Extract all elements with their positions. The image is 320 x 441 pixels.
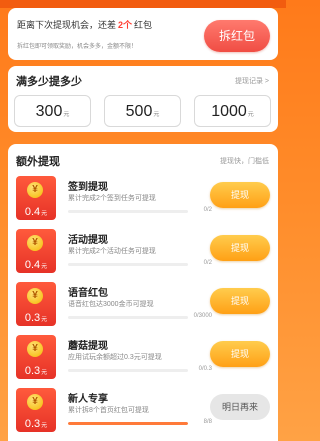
task-progress-count: 0/3000	[193, 313, 212, 319]
extra-withdrawal-card: 额外提现 提现快，门槛低 ¥ 0.4元 签到提现 累计完成2个签到任务可提现 0…	[8, 144, 278, 441]
come-back-tomorrow-button[interactable]: 明日再来	[210, 394, 270, 420]
task-row-checkin: ¥ 0.4元 签到提现 累计完成2个签到任务可提现 0/2 提现	[16, 176, 272, 226]
yuan-coin-icon: ¥	[27, 288, 43, 304]
task-progress-bar	[68, 422, 188, 425]
amount-unit: 元	[247, 112, 254, 118]
reward-unit: 元	[41, 211, 48, 217]
task-description: 语音红包达3000金币可提现	[68, 301, 154, 308]
next-withdrawal-card: 距离下次提现机会，还差 2个 红包 拆红包即可领取奖励，机会多多，金额不限！ 拆红包	[8, 8, 278, 60]
task-title: 语音红包	[68, 288, 108, 299]
task-progress-count: 0/0.3	[198, 366, 212, 372]
next-withdrawal-prefix: 距离下次提现机会，还差	[17, 20, 117, 30]
task-progress-bar	[68, 263, 188, 266]
task-row-newcomer: ¥ 0.3元 新人专享 累计拆8个首页红包可提现 8/8 明日再来	[16, 388, 272, 438]
task-row-activity: ¥ 0.4元 活动提现 累计完成2个活动任务可提现 0/2 提现	[16, 229, 272, 279]
task-title: 蘑菇提现	[68, 341, 108, 352]
reward-amount: 0.3	[24, 365, 41, 377]
amount-value: 300	[35, 103, 63, 120]
extra-withdrawal-title: 额外提现	[16, 156, 60, 168]
reward-coupon: ¥ 0.3元	[16, 335, 56, 379]
threshold-title: 满多少提多少	[16, 76, 82, 88]
withdrawal-records-link[interactable]: 提现记录 >	[235, 76, 269, 86]
threshold-card: 满多少提多少 提现记录 > 300元 500元 1000元	[8, 66, 278, 132]
amount-unit: 元	[153, 112, 160, 118]
reward-coupon: ¥ 0.3元	[16, 282, 56, 326]
task-description: 累计完成2个活动任务可提现	[68, 248, 156, 255]
remaining-count: 2个	[118, 20, 133, 30]
amount-value: 1000	[211, 103, 247, 120]
task-progress-bar	[68, 316, 188, 319]
task-row-voice-packet: ¥ 0.3元 语音红包 语音红包达3000金币可提现 0/3000 提现	[16, 282, 272, 332]
withdraw-button[interactable]: 提现	[210, 288, 270, 314]
next-withdrawal-suffix: 红包	[134, 20, 153, 30]
amount-unit: 元	[63, 112, 70, 118]
task-progress-bar	[68, 369, 188, 372]
task-progress-fill	[68, 422, 188, 425]
next-withdrawal-text: 距离下次提现机会，还差 2个 红包	[17, 18, 152, 31]
reward-amount: 0.3	[24, 312, 41, 324]
reward-unit: 元	[41, 264, 48, 270]
reward-unit: 元	[41, 423, 48, 429]
next-withdrawal-hint: 拆红包即可领取奖励，机会多多，金额不限！	[17, 44, 138, 50]
top-strip	[0, 0, 286, 8]
reward-coupon: ¥ 0.4元	[16, 176, 56, 220]
amount-value: 500	[125, 103, 153, 120]
reward-amount: 0.4	[24, 206, 41, 218]
task-title: 新人专享	[68, 394, 108, 405]
task-description: 累计拆8个首页红包可提现	[68, 407, 149, 414]
task-description: 累计完成2个签到任务可提现	[68, 195, 156, 202]
task-description: 应用试玩余额超过0.3元可提现	[68, 354, 162, 361]
extra-withdrawal-tagline: 提现快，门槛低	[220, 158, 269, 165]
amount-option-300[interactable]: 300元	[14, 95, 91, 127]
task-title: 签到提现	[68, 182, 108, 193]
reward-coupon: ¥ 0.4元	[16, 229, 56, 273]
task-row-mushroom: ¥ 0.3元 蘑菇提现 应用试玩余额超过0.3元可提现 0/0.3 提现	[16, 335, 272, 385]
yuan-coin-icon: ¥	[27, 394, 43, 410]
task-title: 活动提现	[68, 235, 108, 246]
yuan-coin-icon: ¥	[27, 235, 43, 251]
open-red-packet-button[interactable]: 拆红包	[204, 20, 270, 52]
withdraw-button[interactable]: 提现	[210, 235, 270, 261]
reward-coupon: ¥ 0.3元	[16, 388, 56, 432]
withdraw-button[interactable]: 提现	[210, 182, 270, 208]
reward-unit: 元	[41, 370, 48, 376]
reward-amount: 0.4	[24, 259, 41, 271]
task-progress-bar	[68, 210, 188, 213]
yuan-coin-icon: ¥	[27, 182, 43, 198]
task-progress-count: 0/2	[203, 207, 212, 213]
task-progress-count: 0/2	[203, 260, 212, 266]
amount-option-1000[interactable]: 1000元	[194, 95, 271, 127]
yuan-coin-icon: ¥	[27, 341, 43, 357]
reward-unit: 元	[41, 317, 48, 323]
task-progress-count: 8/8	[203, 419, 212, 425]
amount-option-500[interactable]: 500元	[104, 95, 181, 127]
withdraw-button[interactable]: 提现	[210, 341, 270, 367]
reward-amount: 0.3	[24, 418, 41, 430]
